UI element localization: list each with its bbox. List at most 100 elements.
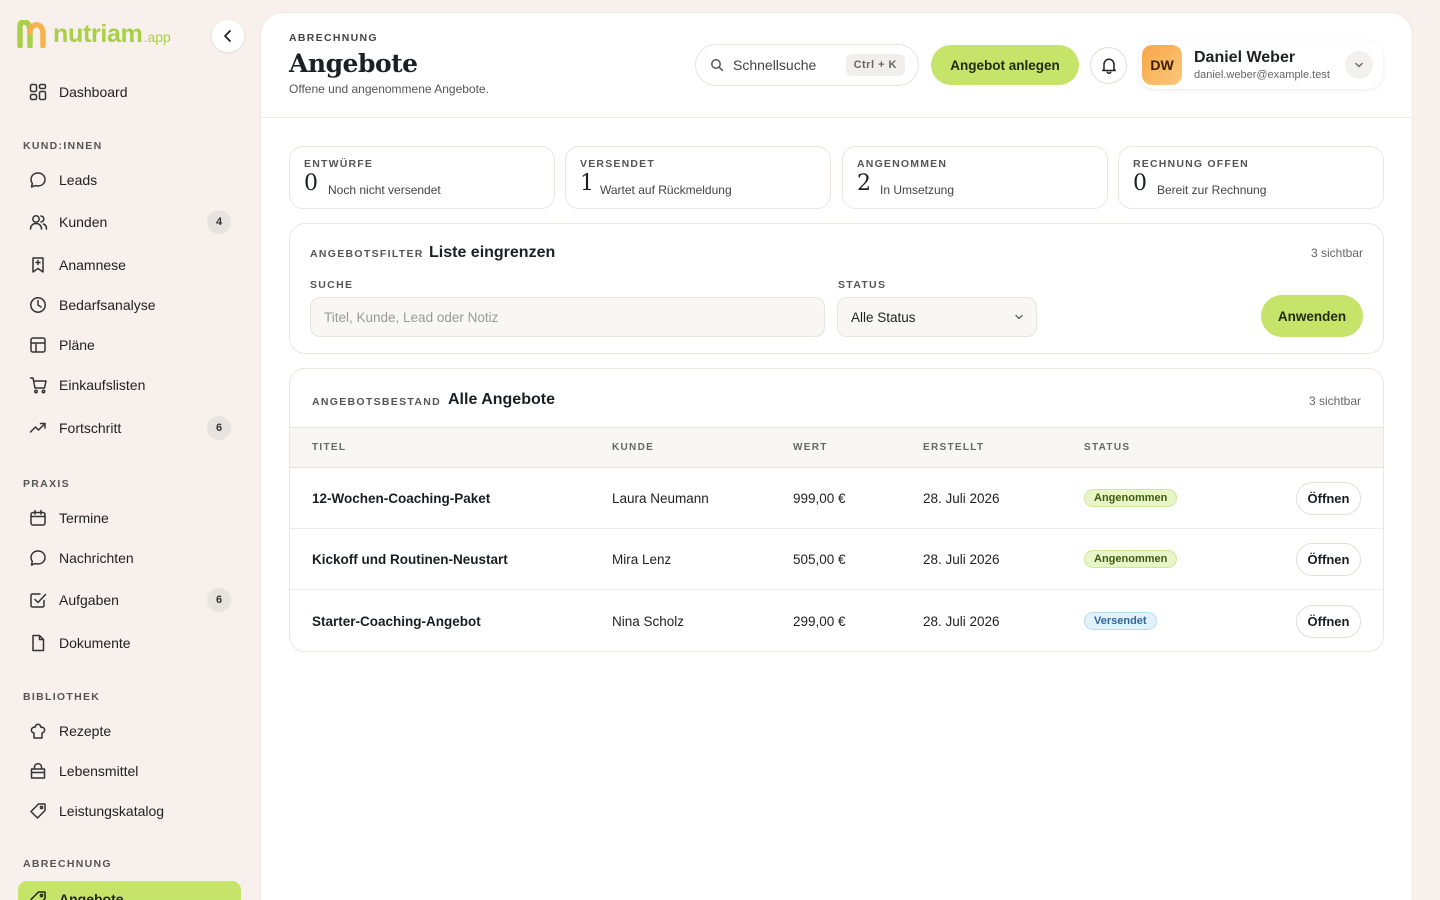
offer-created: 28. Juli 2026 bbox=[923, 552, 1000, 567]
sidebar-item-label: Pläne bbox=[59, 337, 95, 353]
sidebar-item-lebensmittel[interactable]: Lebensmittel bbox=[18, 753, 241, 789]
sidebar-item-leistungskatalog[interactable]: Leistungskatalog bbox=[18, 793, 241, 829]
offer-value: 299,00 € bbox=[793, 614, 846, 629]
sidebar-item-aufgaben[interactable]: Aufgaben 6 bbox=[18, 582, 241, 618]
trending-up-icon bbox=[28, 418, 48, 438]
column-header-client[interactable]: KUNDE bbox=[612, 442, 654, 453]
collapse-sidebar-button[interactable] bbox=[212, 20, 244, 52]
create-offer-button[interactable]: Angebot anlegen bbox=[931, 45, 1079, 85]
stat-value: 1 bbox=[580, 171, 594, 196]
stat-card-invoice-open[interactable]: RECHNUNG OFFEN 0 Bereit zur Rechnung bbox=[1118, 146, 1384, 209]
shopping-bag-icon bbox=[28, 761, 48, 781]
sidebar-item-nachrichten[interactable]: Nachrichten bbox=[18, 540, 241, 576]
users-icon bbox=[28, 212, 48, 232]
search-field-label: SUCHE bbox=[310, 279, 354, 291]
brand-suffix: .app bbox=[143, 29, 171, 45]
status-badge: Versendet bbox=[1084, 612, 1157, 630]
status-select[interactable]: Alle Status bbox=[837, 297, 1037, 337]
sidebar-item-kunden[interactable]: Kunden 4 bbox=[18, 204, 241, 240]
quick-search-input[interactable]: Schnellsuche Ctrl + K bbox=[695, 44, 919, 86]
open-offer-button[interactable]: Öffnen bbox=[1296, 543, 1361, 576]
logo-mark-icon bbox=[17, 20, 46, 48]
offer-title: 12-Wochen-Coaching-Paket bbox=[312, 491, 491, 506]
shopping-cart-icon bbox=[28, 375, 48, 395]
count-badge: 4 bbox=[207, 210, 231, 234]
stat-card-sent[interactable]: VERSENDET 1 Wartet auf Rückmeldung bbox=[565, 146, 831, 209]
sidebar-item-label: Einkaufslisten bbox=[59, 377, 146, 393]
page-eyebrow: ABRECHNUNG bbox=[289, 32, 378, 44]
table-row[interactable]: Kickoff und Routinen-Neustart Mira Lenz … bbox=[290, 529, 1383, 590]
sidebar-item-label: Bedarfsanalyse bbox=[59, 297, 156, 313]
clock-icon bbox=[28, 295, 48, 315]
offer-created: 28. Juli 2026 bbox=[923, 614, 1000, 629]
stat-card-drafts[interactable]: ENTWÜRFE 0 Noch nicht versendet bbox=[289, 146, 555, 209]
file-icon bbox=[28, 633, 48, 653]
open-offer-button[interactable]: Öffnen bbox=[1296, 605, 1361, 638]
sidebar-item-dokumente[interactable]: Dokumente bbox=[18, 625, 241, 661]
stat-card-accepted[interactable]: ANGENOMMEN 2 In Umsetzung bbox=[842, 146, 1108, 209]
stat-description: Bereit zur Rechnung bbox=[1157, 183, 1267, 197]
brand-logo[interactable]: nutriam .app bbox=[17, 20, 171, 48]
sidebar-item-leads[interactable]: Leads bbox=[18, 162, 241, 198]
status-badge: Angenommen bbox=[1084, 550, 1178, 568]
open-offer-button[interactable]: Öffnen bbox=[1296, 482, 1361, 515]
table-icon bbox=[28, 335, 48, 355]
apply-filter-button[interactable]: Anwenden bbox=[1261, 295, 1363, 337]
notifications-button[interactable] bbox=[1090, 47, 1127, 84]
sidebar-item-label: Aufgaben bbox=[59, 592, 119, 608]
stat-label: VERSENDET bbox=[580, 158, 655, 170]
sidebar-item-label: Anamnese bbox=[59, 257, 126, 273]
page-title: Angebote bbox=[289, 49, 418, 78]
count-badge: 6 bbox=[207, 416, 231, 440]
status-select-value: Alle Status bbox=[851, 309, 916, 325]
column-header-created[interactable]: ERSTELLT bbox=[923, 442, 984, 453]
offer-title: Starter-Coaching-Angebot bbox=[312, 614, 481, 629]
sidebar-item-label: Leads bbox=[59, 172, 98, 188]
offers-title: Alle Angebote bbox=[448, 391, 555, 408]
chevron-down-icon bbox=[1355, 62, 1363, 68]
search-icon bbox=[711, 59, 724, 72]
chef-hat-icon bbox=[28, 721, 48, 741]
chevron-left-icon bbox=[224, 30, 231, 42]
search-placeholder: Schnellsuche bbox=[733, 57, 817, 73]
stat-description: In Umsetzung bbox=[880, 183, 955, 197]
sidebar: nutriam .app Dashboard KUND:INNEN Leads … bbox=[0, 0, 260, 900]
stat-description: Wartet auf Rückmeldung bbox=[600, 183, 732, 197]
user-menu[interactable]: DW Daniel Weber daniel.weber@example.tes… bbox=[1139, 41, 1383, 89]
offer-search-input[interactable] bbox=[310, 297, 825, 337]
table-row[interactable]: Starter-Coaching-Angebot Nina Scholz 299… bbox=[290, 591, 1383, 651]
user-menu-toggle[interactable] bbox=[1345, 51, 1373, 79]
main-panel: ABRECHNUNG Angebote Offene und angenomme… bbox=[261, 13, 1412, 900]
status-field-label: STATUS bbox=[838, 279, 887, 291]
sidebar-item-rezepte[interactable]: Rezepte bbox=[18, 713, 241, 749]
stat-value: 0 bbox=[1133, 171, 1147, 196]
column-header-value[interactable]: WERT bbox=[793, 442, 828, 453]
sidebar-item-plaene[interactable]: Pläne bbox=[18, 327, 241, 363]
column-header-title[interactable]: TITEL bbox=[312, 442, 346, 453]
checkbox-icon bbox=[28, 590, 48, 610]
offers-visible-count: 3 sichtbar bbox=[1308, 394, 1361, 408]
nav-section-billing: ABRECHNUNG bbox=[23, 858, 112, 870]
offer-title: Kickoff und Routinen-Neustart bbox=[312, 552, 508, 567]
sidebar-item-einkaufslisten[interactable]: Einkaufslisten bbox=[18, 367, 241, 403]
offers-table-card: ANGEBOTSBESTAND Alle Angebote 3 sichtbar… bbox=[289, 368, 1384, 652]
offer-client: Nina Scholz bbox=[612, 614, 685, 629]
stat-value: 0 bbox=[304, 171, 318, 196]
price-tag-icon bbox=[28, 889, 48, 900]
avatar: DW bbox=[1142, 45, 1182, 85]
offer-filter-card: ANGEBOTSFILTER Liste eingrenzen 3 sichtb… bbox=[289, 223, 1384, 354]
sidebar-item-label: Angebote bbox=[59, 891, 124, 900]
sidebar-item-dashboard[interactable]: Dashboard bbox=[18, 74, 241, 110]
sidebar-item-label: Kunden bbox=[59, 214, 108, 230]
sidebar-item-fortschritt[interactable]: Fortschritt 6 bbox=[18, 410, 241, 446]
page-subtitle: Offene und angenommene Angebote. bbox=[289, 82, 489, 96]
sidebar-item-bedarfsanalyse[interactable]: Bedarfsanalyse bbox=[18, 287, 241, 323]
sidebar-item-label: Dokumente bbox=[59, 635, 131, 651]
sidebar-item-angebote[interactable]: Angebote bbox=[18, 881, 241, 900]
table-row[interactable]: 12-Wochen-Coaching-Paket Laura Neumann 9… bbox=[290, 468, 1383, 529]
offer-client: Mira Lenz bbox=[612, 552, 672, 567]
nav-section-clients: KUND:INNEN bbox=[23, 140, 103, 152]
column-header-status[interactable]: STATUS bbox=[1084, 442, 1130, 453]
sidebar-item-anamnese[interactable]: Anamnese bbox=[18, 247, 241, 283]
sidebar-item-termine[interactable]: Termine bbox=[18, 500, 241, 536]
